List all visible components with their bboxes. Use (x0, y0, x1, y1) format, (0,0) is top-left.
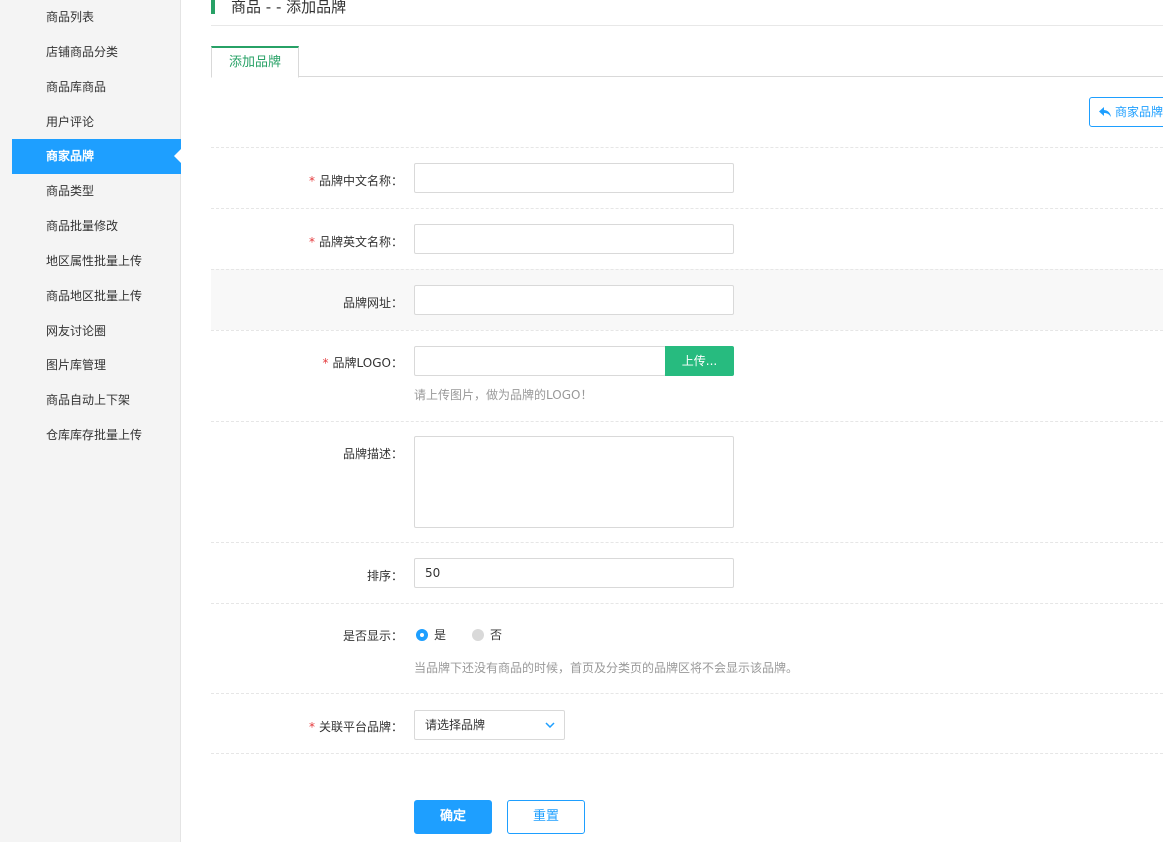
logo-label: * 品牌LOGO： (211, 354, 403, 371)
sidebar-item-product-list[interactable]: 商品列表 (12, 0, 181, 35)
form-row-website: 品牌网址： (211, 269, 1163, 330)
form-row-logo: * 品牌LOGO： 上传... 请上传图片，做为品牌的LOGO！ (211, 330, 1163, 421)
back-to-merchant-brands-button[interactable]: 商家品牌 (1089, 97, 1163, 127)
description-label: 品牌描述： (342, 447, 403, 461)
page-title: 商品 - - 添加品牌 (231, 0, 347, 16)
active-caret-icon (174, 149, 181, 163)
logo-label-text: 品牌LOGO： (332, 356, 403, 370)
sidebar-item-image-library[interactable]: 图片库管理 (12, 348, 181, 383)
form-row-sort: 排序： 50 (211, 542, 1163, 603)
back-button-label: 商家品牌 (1115, 105, 1163, 119)
platform-brand-label: * 关联平台品牌： (211, 718, 403, 735)
sidebar-item-merchant-brands[interactable]: 商家品牌 (12, 139, 181, 174)
sidebar-item-label: 店铺商品分类 (46, 45, 119, 59)
tab-add-brand[interactable]: 添加品牌 (211, 46, 299, 78)
sidebar-item-store-categories[interactable]: 店铺商品分类 (12, 35, 181, 70)
sort-label: 排序： (366, 569, 403, 583)
platform-brand-selected: 请选择品牌 (425, 718, 486, 732)
sidebar-item-batch-edit[interactable]: 商品批量修改 (12, 209, 181, 244)
platform-brand-label-text: 关联平台品牌： (318, 720, 403, 734)
radio-label: 否 (490, 628, 503, 642)
tab-bar: 添加品牌 (211, 46, 1163, 78)
required-mark: * (308, 235, 315, 249)
sidebar-item-label: 用户评论 (46, 115, 95, 129)
sidebar-item-region-attr-upload[interactable]: 地区属性批量上传 (12, 244, 181, 279)
sidebar: 商品列表 店铺商品分类 商品库商品 用户评论 商家品牌 商品类型 商品批量修改 … (0, 0, 181, 842)
radio-label: 是 (434, 628, 447, 642)
chevron-down-icon (545, 722, 555, 728)
logo-hint: 请上传图片，做为品牌的LOGO！ (414, 388, 593, 402)
sidebar-item-library-products[interactable]: 商品库商品 (12, 70, 181, 105)
logo-path-input[interactable] (414, 346, 666, 376)
show-label: 是否显示： (342, 629, 403, 643)
sidebar-item-discussion[interactable]: 网友讨论圈 (12, 314, 181, 349)
form-row-name-en: * 品牌英文名称： (211, 208, 1163, 269)
description-textarea[interactable] (414, 436, 734, 528)
sidebar-item-label: 地区属性批量上传 (46, 254, 143, 268)
sidebar-item-auto-shelf[interactable]: 商品自动上下架 (12, 383, 181, 418)
platform-brand-select[interactable]: 请选择品牌 (414, 710, 565, 740)
form-row-name-cn: * 品牌中文名称： (211, 147, 1163, 208)
form-row-description: 品牌描述： (211, 421, 1163, 542)
name-cn-label-text: 品牌中文名称： (318, 174, 403, 188)
name-cn-input[interactable] (414, 163, 734, 193)
name-en-label-text: 品牌英文名称： (318, 235, 403, 249)
name-en-input[interactable] (414, 224, 734, 254)
sidebar-item-label: 网友讨论圈 (46, 324, 107, 338)
reply-arrow-icon (1099, 107, 1111, 117)
sidebar-item-user-reviews[interactable]: 用户评论 (12, 105, 181, 140)
title-accent-bar (211, 0, 215, 14)
show-hint: 当品牌下还没有商品的时候，首页及分类页的品牌区将不会显示该品牌。 (414, 661, 799, 675)
reset-button[interactable]: 重置 (507, 800, 585, 834)
sidebar-item-stock-upload[interactable]: 仓库库存批量上传 (12, 418, 181, 453)
website-input[interactable] (414, 285, 734, 315)
form-row-platform-brand: * 关联平台品牌： 请选择品牌 (211, 693, 1163, 754)
website-label: 品牌网址： (342, 296, 403, 310)
required-mark: * (322, 356, 329, 370)
page-header: 商品 - - 添加品牌 (211, 0, 1163, 26)
sidebar-item-label: 商品列表 (46, 10, 95, 24)
sidebar-item-label: 仓库库存批量上传 (46, 428, 143, 442)
sidebar-item-label: 商品库商品 (46, 80, 107, 94)
radio-checked-icon (416, 629, 428, 641)
name-cn-label: * 品牌中文名称： (211, 172, 403, 189)
logo-upload-button[interactable]: 上传... (665, 346, 734, 376)
confirm-button[interactable]: 确定 (414, 800, 492, 834)
radio-unchecked-icon (472, 629, 484, 641)
main-content: 商品 - - 添加品牌 添加品牌 商家品牌 * 品牌中文名称： * 品牌英文名称： … (181, 0, 1163, 842)
sidebar-item-label: 商品地区批量上传 (46, 289, 143, 303)
show-no-radio[interactable]: 否 (472, 627, 502, 643)
show-yes-radio[interactable]: 是 (416, 627, 446, 643)
sidebar-item-label: 图片库管理 (46, 358, 107, 372)
sidebar-item-label: 商品批量修改 (46, 219, 119, 233)
required-mark: * (308, 174, 315, 188)
sidebar-item-label: 商品自动上下架 (46, 393, 131, 407)
sidebar-item-label: 商家品牌 (46, 149, 95, 163)
sort-input[interactable]: 50 (414, 558, 734, 588)
form-row-show: 是否显示： 是 否 当品牌下还没有商品的时候，首页及分类页的品牌区将不会显示该品… (211, 603, 1163, 693)
required-mark: * (308, 720, 315, 734)
sidebar-item-product-types[interactable]: 商品类型 (12, 174, 181, 209)
sidebar-item-label: 商品类型 (46, 184, 95, 198)
name-en-label: * 品牌英文名称： (211, 233, 403, 250)
sidebar-item-product-region-upload[interactable]: 商品地区批量上传 (12, 279, 181, 314)
